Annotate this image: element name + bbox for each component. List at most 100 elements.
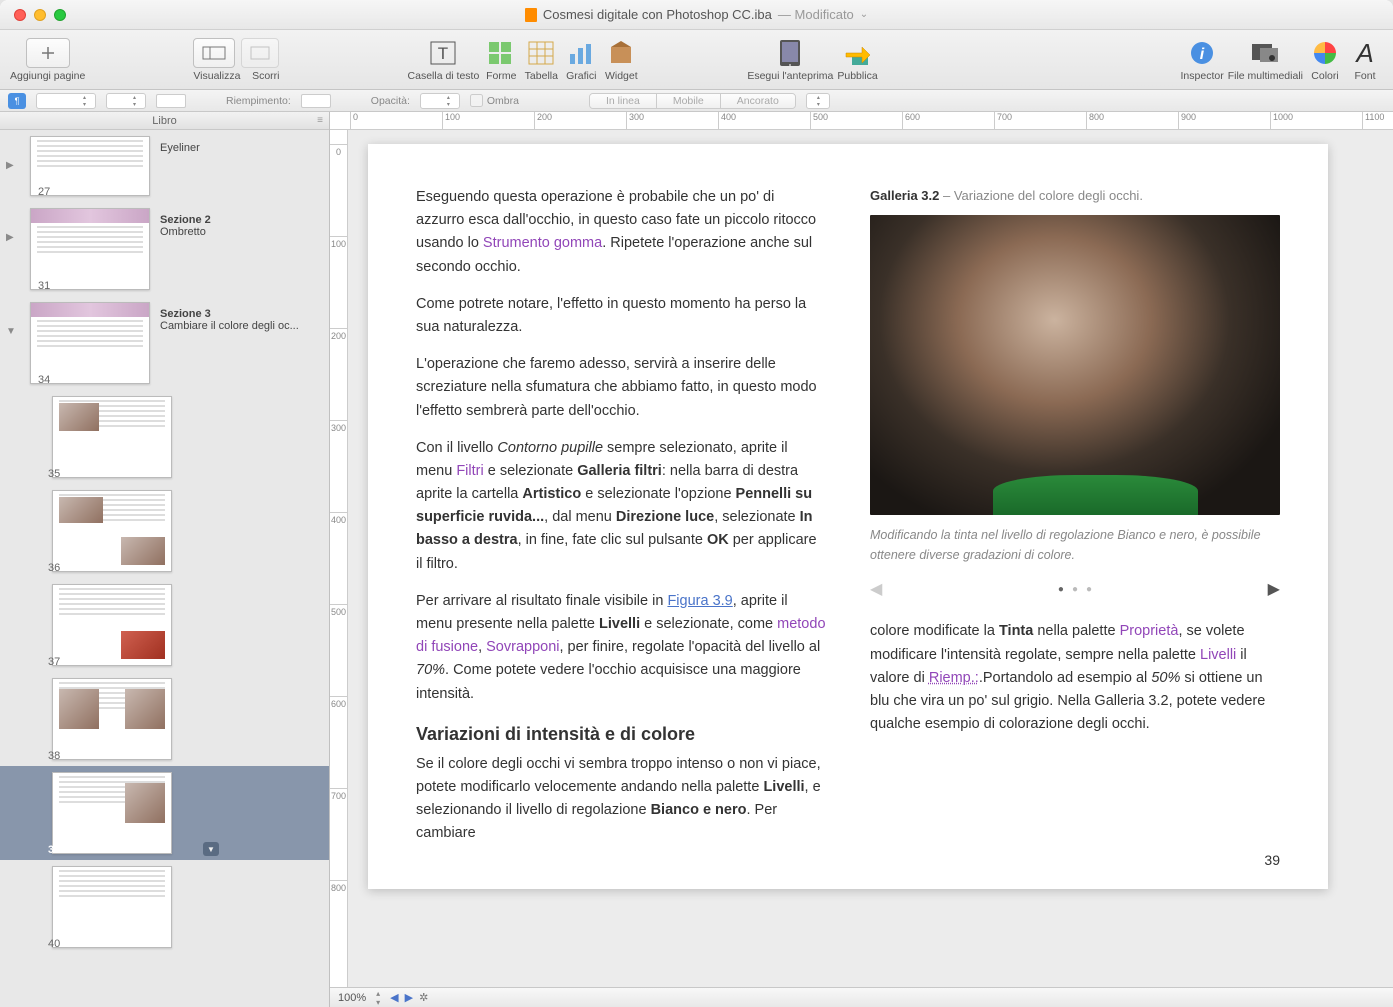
section-title: Sezione 3 xyxy=(160,308,321,320)
statusbar: 100% ▴▾ ◀ ▶ ✲ xyxy=(330,987,1393,1007)
sidebar-grip-icon[interactable]: ≡ xyxy=(317,115,323,126)
wrap-stepper[interactable]: ▴▾ xyxy=(806,93,830,109)
window-title: Cosmesi digitale con Photoshop CC.iba — … xyxy=(0,7,1393,22)
paragraph-style-icon[interactable]: ¶ xyxy=(8,93,26,109)
gallery-caption: Galleria 3.2 – Variazione del colore deg… xyxy=(870,186,1280,207)
link-layers[interactable]: Livelli xyxy=(1200,647,1236,663)
thumbnail-page-number: 38 xyxy=(48,750,60,762)
publish-button[interactable] xyxy=(840,38,876,68)
charts-button[interactable] xyxy=(563,38,599,68)
disclosure-triangle-icon[interactable]: ▶ xyxy=(6,232,14,243)
link-overlay[interactable]: Sovrapponi xyxy=(486,639,559,655)
gallery-prev-icon[interactable]: ◀ xyxy=(870,577,882,603)
link-properties[interactable]: Proprietà xyxy=(1120,623,1179,639)
document-filename: Cosmesi digitale con Photoshop CC.iba xyxy=(543,7,772,22)
table-label: Tabella xyxy=(525,70,558,82)
shapes-label: Forme xyxy=(486,70,516,82)
page-thumbnail[interactable] xyxy=(52,772,172,854)
link-eraser-tool[interactable]: Strumento gomma xyxy=(483,235,602,251)
section-title: Sezione 2 xyxy=(160,214,321,226)
gallery-image[interactable] xyxy=(870,215,1280,515)
shadow-checkbox[interactable] xyxy=(470,94,483,107)
sidebar-page[interactable]: 36 xyxy=(0,484,329,578)
text-box-button[interactable]: T xyxy=(425,38,461,68)
link-fill[interactable]: Riemp.: xyxy=(929,670,979,686)
text-column-right: Galleria 3.2 – Variazione del colore deg… xyxy=(870,186,1280,859)
sidebar-page[interactable]: 38 xyxy=(0,672,329,766)
colors-button[interactable] xyxy=(1307,38,1343,68)
sidebar-page[interactable]: 40 xyxy=(0,860,329,954)
disclosure-triangle-icon[interactable]: ▼ xyxy=(6,326,16,337)
page-thumbnail[interactable] xyxy=(52,584,172,666)
link-filters[interactable]: Filtri xyxy=(456,463,483,479)
fill-swatch[interactable] xyxy=(301,94,331,108)
gallery-note: Modificando la tinta nel livello di rego… xyxy=(870,525,1280,565)
seg-mobile[interactable]: Mobile xyxy=(657,94,721,108)
link-figure-3-9[interactable]: Figura 3.9 xyxy=(667,593,732,609)
section-subtitle: Ombretto xyxy=(160,226,321,238)
page-thumbnail[interactable] xyxy=(52,866,172,948)
thumbnail-page-number: 35 xyxy=(48,468,60,480)
wrap-segment[interactable]: In linea Mobile Ancorato xyxy=(589,93,796,109)
page-number: 39 xyxy=(1264,849,1280,871)
opacity-label: Opacità: xyxy=(371,95,410,107)
page-thumbnail[interactable] xyxy=(30,208,150,290)
text-column-left: Eseguendo questa operazione è probabile … xyxy=(416,186,826,859)
sidebar-title: Libro xyxy=(152,115,176,127)
zoom-value[interactable]: 100% xyxy=(338,992,366,1004)
options-bar: ¶ ▴▾ ▴▾ Riempimento: Opacità: ▴▾ Ombra I… xyxy=(0,90,1393,112)
page-thumbnail[interactable] xyxy=(30,302,150,384)
chevron-down-icon[interactable]: ▼ xyxy=(203,842,219,856)
add-pages-label: Aggiungi pagine xyxy=(10,70,85,82)
page-thumbnail[interactable] xyxy=(52,678,172,760)
style-swatch[interactable] xyxy=(156,94,186,108)
gallery-nav: ◀ ● ● ● ▶ xyxy=(870,577,1280,603)
nav-prev-icon[interactable]: ◀ xyxy=(390,991,398,1004)
view-label: Visualizza xyxy=(193,70,240,82)
gallery-dot-1[interactable]: ● xyxy=(1058,582,1064,598)
thumbnail-page-number: 39 xyxy=(48,844,60,856)
sidebar-section[interactable]: ▼Sezione 3Cambiare il colore degli oc...… xyxy=(0,296,329,390)
thumbnail-page-number: 37 xyxy=(48,656,60,668)
add-pages-button[interactable] xyxy=(26,38,70,68)
sidebar-page[interactable]: ▶Eyeliner27 xyxy=(0,130,329,202)
sidebar-page[interactable]: 35 xyxy=(0,390,329,484)
section-heading: Variazioni di intensità e di colore xyxy=(416,720,826,749)
page-thumbnail[interactable] xyxy=(52,490,172,572)
preview-button[interactable] xyxy=(772,38,808,68)
thumbnail-page-number: 36 xyxy=(48,562,60,574)
nav-settings-icon[interactable]: ✲ xyxy=(419,991,428,1004)
media-button[interactable] xyxy=(1247,38,1283,68)
sidebar-page[interactable]: 39 ▼ xyxy=(0,766,329,860)
gallery-next-icon[interactable]: ▶ xyxy=(1268,577,1280,603)
page-thumbnails[interactable]: ▶Eyeliner27▶Sezione 2Ombretto31▼Sezione … xyxy=(0,130,329,1007)
page-viewport[interactable]: Eseguendo questa operazione è probabile … xyxy=(348,130,1393,987)
svg-text:T: T xyxy=(438,44,448,63)
style-dropdown-2[interactable]: ▴▾ xyxy=(106,93,146,109)
style-dropdown[interactable]: ▴▾ xyxy=(36,93,96,109)
media-label: File multimediali xyxy=(1228,70,1303,82)
scroll-button[interactable] xyxy=(241,38,279,68)
page-thumbnail[interactable] xyxy=(52,396,172,478)
seg-anchored[interactable]: Ancorato xyxy=(721,94,795,108)
seg-inline[interactable]: In linea xyxy=(590,94,657,108)
sidebar-page[interactable]: 37 xyxy=(0,578,329,672)
font-label: Font xyxy=(1354,70,1375,82)
gallery-dot-2[interactable]: ● xyxy=(1072,582,1078,598)
fill-label: Riempimento: xyxy=(226,95,291,107)
view-button[interactable] xyxy=(193,38,235,68)
table-button[interactable] xyxy=(523,38,559,68)
disclosure-triangle-icon[interactable]: ▶ xyxy=(6,160,14,171)
opacity-field[interactable]: ▴▾ xyxy=(420,93,460,109)
shapes-button[interactable] xyxy=(483,38,519,68)
font-button[interactable]: A xyxy=(1347,38,1383,68)
zoom-stepper-icon[interactable]: ▴▾ xyxy=(376,989,380,1007)
title-dropdown-icon[interactable]: ⌄ xyxy=(860,9,868,20)
document-page[interactable]: Eseguendo questa operazione è probabile … xyxy=(368,144,1328,889)
inspector-button[interactable]: i xyxy=(1184,38,1220,68)
widget-label: Widget xyxy=(605,70,638,82)
sidebar-section[interactable]: ▶Sezione 2Ombretto31 xyxy=(0,202,329,296)
widget-button[interactable] xyxy=(603,38,639,68)
nav-next-icon[interactable]: ▶ xyxy=(405,991,413,1004)
gallery-dot-3[interactable]: ● xyxy=(1086,582,1092,598)
